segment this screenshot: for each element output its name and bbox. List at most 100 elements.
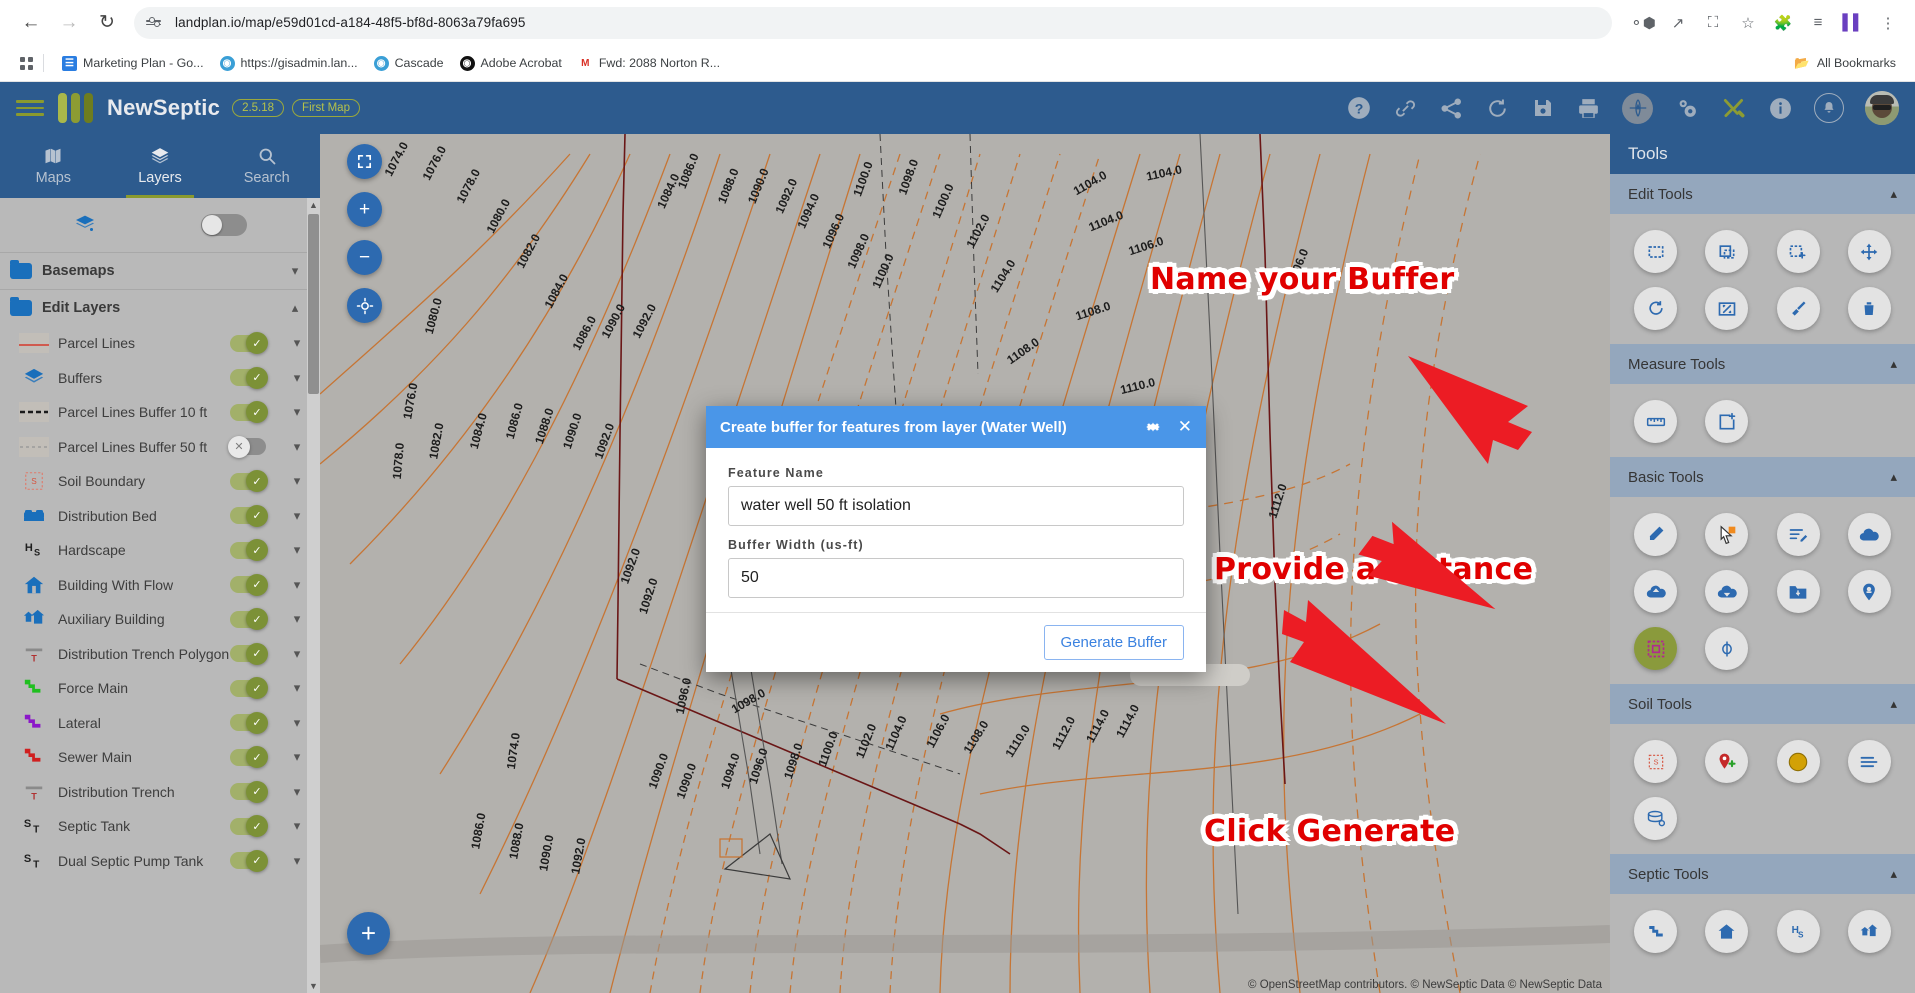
chrome-menu-icon[interactable]: ⋮: [1875, 10, 1901, 36]
buffer-tool-icon[interactable]: [1634, 627, 1678, 670]
notifications-bell-icon[interactable]: [1814, 93, 1844, 123]
layer-visibility-toggle[interactable]: ✓: [230, 504, 268, 527]
share-page-icon[interactable]: ↗: [1665, 10, 1691, 36]
layer-row[interactable]: Parcel Lines Buffer 10 ft ✓ ▾: [0, 395, 320, 430]
chevron-down-icon[interactable]: ▾: [290, 508, 304, 524]
all-bookmarks-button[interactable]: 📂 All Bookmarks: [1794, 56, 1902, 71]
help-icon[interactable]: ?: [1346, 95, 1372, 121]
profile-bars-icon[interactable]: ▌▌: [1840, 10, 1866, 36]
tab-search[interactable]: Search: [213, 134, 320, 198]
identify-cursor-icon[interactable]: [1705, 513, 1749, 556]
section-septic-tools[interactable]: Septic Tools ▴: [1610, 854, 1915, 894]
chevron-up-icon[interactable]: ▴: [1890, 186, 1897, 202]
measure-distance-icon[interactable]: [1634, 400, 1678, 443]
layer-visibility-toggle[interactable]: ✓: [230, 573, 268, 596]
layer-row[interactable]: T Distribution Trench Polygon ✓ ▾: [0, 637, 320, 672]
layer-visibility-toggle[interactable]: ✓: [230, 677, 268, 700]
layer-row[interactable]: Lateral ✓ ▾: [0, 706, 320, 741]
group-basemaps[interactable]: Basemaps ▾: [0, 252, 320, 289]
close-icon[interactable]: ✕: [1178, 417, 1192, 437]
menu-hamburger-icon[interactable]: [16, 97, 44, 119]
bookmark-item[interactable]: M Fwd: 2088 Norton R...: [570, 52, 728, 75]
chevron-up-icon[interactable]: ▴: [1890, 469, 1897, 485]
cloud-upload-icon[interactable]: [1634, 570, 1678, 613]
info-icon[interactable]: [1768, 96, 1793, 121]
layer-visibility-toggle[interactable]: ✓: [230, 642, 268, 665]
chevron-down-icon[interactable]: ▾: [290, 680, 304, 696]
layer-row[interactable]: T Distribution Trench ✓ ▾: [0, 775, 320, 810]
chevron-up-icon[interactable]: ▴: [1890, 866, 1897, 882]
tab-layers[interactable]: Layers: [107, 134, 214, 198]
chevron-down-icon[interactable]: ▾: [290, 473, 304, 489]
buffer-width-field[interactable]: [728, 558, 1184, 598]
cloud-icon[interactable]: [1847, 513, 1891, 556]
fullscreen-extent-button[interactable]: [347, 144, 382, 179]
refresh-icon[interactable]: [1485, 96, 1510, 121]
print-icon[interactable]: [1576, 96, 1601, 121]
layer-visibility-toggle[interactable]: ✓: [230, 849, 268, 872]
bookmark-star-icon[interactable]: ☆: [1735, 10, 1761, 36]
add-layer-icon[interactable]: [73, 213, 99, 237]
scroll-down-icon[interactable]: ▼: [309, 981, 318, 991]
layer-visibility-toggle[interactable]: ✓: [230, 401, 268, 424]
soil-list-icon[interactable]: [1847, 740, 1891, 783]
layer-visibility-toggle[interactable]: ✓: [230, 539, 268, 562]
avatar[interactable]: [1865, 91, 1899, 125]
measure-area-icon[interactable]: [1705, 400, 1749, 443]
layer-visibility-toggle[interactable]: ✓: [230, 815, 268, 838]
layer-row[interactable]: H S Hardscape ✓ ▾: [0, 533, 320, 568]
resize-feature-icon[interactable]: [1705, 287, 1749, 330]
layer-row[interactable]: Sewer Main ✓ ▾: [0, 740, 320, 775]
place-marker-icon[interactable]: [1847, 570, 1891, 613]
share-icon[interactable]: [1439, 96, 1464, 121]
chevron-down-icon[interactable]: ▾: [290, 749, 304, 765]
cast-icon[interactable]: ⛶: [1700, 10, 1726, 36]
settings-gears-icon[interactable]: [1674, 95, 1700, 121]
layer-row[interactable]: Force Main ✓ ▾: [0, 671, 320, 706]
edit-pencil-icon[interactable]: [1634, 513, 1678, 556]
attribute-edit-icon[interactable]: [1776, 513, 1820, 556]
hardscape-icon[interactable]: HS: [1776, 910, 1820, 953]
soil-database-icon[interactable]: [1634, 797, 1678, 840]
reload-icon[interactable]: ↻: [90, 6, 124, 40]
select-rect-icon[interactable]: [1634, 230, 1678, 273]
address-bar[interactable]: landplan.io/map/e59d01cd-a184-48f5-bf8d-…: [134, 6, 1612, 39]
map-name-chip[interactable]: First Map: [292, 99, 360, 117]
locate-site-icon[interactable]: [1622, 92, 1653, 124]
chevron-up-icon[interactable]: ▴: [1890, 696, 1897, 712]
chevron-down-icon[interactable]: ▾: [290, 542, 304, 558]
chevron-down-icon[interactable]: ▾: [290, 646, 304, 662]
layer-visibility-toggle[interactable]: ✓: [230, 332, 268, 355]
layer-row[interactable]: Buffers ✓ ▾: [0, 361, 320, 396]
layer-row[interactable]: Parcel Lines Buffer 50 ft ✕ ▾: [0, 430, 320, 465]
auxiliary-building-icon[interactable]: [1847, 910, 1891, 953]
reading-list-icon[interactable]: ≡: [1805, 10, 1831, 36]
chevron-down-icon[interactable]: ▾: [290, 335, 304, 351]
zoom-in-button[interactable]: +: [347, 192, 382, 227]
layer-row[interactable]: Auxiliary Building ✓ ▾: [0, 602, 320, 637]
group-edit-layers[interactable]: Edit Layers ▴: [0, 289, 320, 326]
layer-visibility-toggle[interactable]: ✓: [230, 608, 268, 631]
chevron-down-icon[interactable]: ▾: [288, 263, 302, 279]
bookmark-item[interactable]: ◉ https://gisadmin.lan...: [212, 52, 366, 75]
chevron-down-icon[interactable]: ▾: [290, 611, 304, 627]
building-icon[interactable]: [1705, 910, 1749, 953]
layer-visibility-toggle[interactable]: ✓: [230, 366, 268, 389]
soil-boundary-icon[interactable]: S: [1634, 740, 1678, 783]
scrollbar-thumb[interactable]: [308, 214, 319, 394]
chevron-up-icon[interactable]: ▴: [1890, 356, 1897, 372]
sewer-main-icon[interactable]: [1634, 910, 1678, 953]
delete-icon[interactable]: [1847, 287, 1891, 330]
phi-icon[interactable]: [1705, 627, 1749, 670]
section-soil-tools[interactable]: Soil Tools ▴: [1610, 684, 1915, 724]
layer-row[interactable]: Parcel Lines ✓ ▾: [0, 326, 320, 361]
select-polygon-icon[interactable]: [1705, 230, 1749, 273]
add-feature-fab[interactable]: +: [347, 912, 390, 955]
chevron-down-icon[interactable]: ▾: [290, 439, 304, 455]
folder-download-icon[interactable]: [1776, 570, 1820, 613]
feature-name-field[interactable]: [728, 486, 1184, 526]
link-icon[interactable]: [1393, 96, 1418, 121]
generate-buffer-button[interactable]: Generate Buffer: [1043, 625, 1184, 660]
soil-circle-icon[interactable]: [1776, 740, 1820, 783]
bookmark-item[interactable]: ☰ Marketing Plan - Go...: [54, 52, 212, 75]
